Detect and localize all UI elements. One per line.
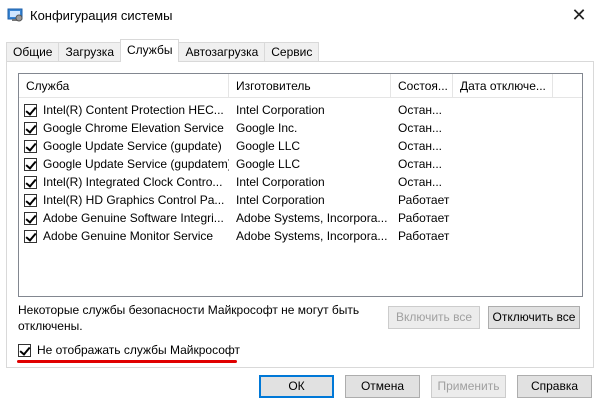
service-name: Intel(R) Content Protection HEC... xyxy=(43,103,224,117)
window-title: Конфигурация системы xyxy=(30,8,173,23)
service-name: Google Chrome Elevation Service xyxy=(43,121,224,135)
service-name: Intel(R) Integrated Clock Contro... xyxy=(43,175,223,189)
service-vendor: Intel Corporation xyxy=(236,175,325,189)
service-checkbox[interactable] xyxy=(24,193,37,207)
service-checkbox[interactable] xyxy=(24,139,37,153)
table-row[interactable]: Google Chrome Elevation Service Google I… xyxy=(19,119,582,137)
tab-tools[interactable]: Сервис xyxy=(264,42,320,62)
service-vendor: Google Inc. xyxy=(236,121,298,135)
service-checkbox[interactable] xyxy=(24,211,37,225)
tab-boot[interactable]: Загрузка xyxy=(58,42,121,62)
table-row[interactable]: Adobe Genuine Monitor Service Adobe Syst… xyxy=(19,227,582,245)
enable-all-button[interactable]: Включить все xyxy=(388,306,480,329)
service-status: Остан... xyxy=(398,175,442,189)
column-header-status[interactable]: Состоя... xyxy=(391,74,453,98)
service-checkbox[interactable] xyxy=(24,103,37,117)
column-header-disabled-date[interactable]: Дата отключе... xyxy=(453,74,553,98)
service-checkbox[interactable] xyxy=(24,121,37,135)
services-panel: Служба Изготовитель Состоя... Дата отклю… xyxy=(6,61,594,368)
service-vendor: Google LLC xyxy=(236,139,301,153)
service-name: Intel(R) HD Graphics Control Pa... xyxy=(43,193,225,207)
tab-startup[interactable]: Автозагрузка xyxy=(178,42,266,62)
services-list[interactable]: Служба Изготовитель Состоя... Дата отклю… xyxy=(18,73,583,297)
list-header: Служба Изготовитель Состоя... Дата отклю… xyxy=(19,74,582,98)
service-name: Google Update Service (gupdatem) xyxy=(43,157,229,171)
service-status: Остан... xyxy=(398,121,442,135)
service-rows: Intel(R) Content Protection HEC... Intel… xyxy=(19,101,582,245)
ok-button[interactable]: ОК xyxy=(259,375,334,398)
table-row[interactable]: Adobe Genuine Software Integri... Adobe … xyxy=(19,209,582,227)
tab-services[interactable]: Службы xyxy=(120,39,180,62)
tab-general[interactable]: Общие xyxy=(6,42,60,62)
hide-ms-services-checkbox[interactable] xyxy=(18,343,31,357)
service-status: Остан... xyxy=(398,139,442,153)
disable-all-button[interactable]: Отключить все xyxy=(488,306,580,329)
system-config-icon xyxy=(7,8,23,22)
close-icon: ✕ xyxy=(571,4,587,25)
service-vendor: Adobe Systems, Incorpora... xyxy=(236,229,388,243)
help-button[interactable]: Справка xyxy=(517,375,592,398)
column-header-vendor[interactable]: Изготовитель xyxy=(229,74,391,98)
service-checkbox[interactable] xyxy=(24,229,37,243)
service-status: Работает xyxy=(398,211,450,225)
service-vendor: Adobe Systems, Incorpora... xyxy=(236,211,388,225)
close-button[interactable]: ✕ xyxy=(558,0,600,30)
service-vendor: Google LLC xyxy=(236,157,301,171)
service-name: Adobe Genuine Monitor Service xyxy=(43,229,214,243)
table-row[interactable]: Google Update Service (gupdate) Google L… xyxy=(19,137,582,155)
apply-button[interactable]: Применить xyxy=(431,375,506,398)
table-row[interactable]: Intel(R) Integrated Clock Contro... Inte… xyxy=(19,173,582,191)
table-row[interactable]: Intel(R) Content Protection HEC... Intel… xyxy=(19,101,582,119)
service-status: Работает xyxy=(398,193,450,207)
service-status: Остан... xyxy=(398,103,442,117)
service-vendor: Intel Corporation xyxy=(236,103,325,117)
service-checkbox[interactable] xyxy=(24,157,37,171)
table-row[interactable]: Intel(R) HD Graphics Control Pa... Intel… xyxy=(19,191,582,209)
tab-bar: Общие Загрузка Службы Автозагрузка Серви… xyxy=(6,39,320,62)
highlight-underline xyxy=(17,360,237,363)
hide-ms-services-option[interactable]: Не отображать службы Майкрософт xyxy=(18,343,240,357)
cancel-button[interactable]: Отмена xyxy=(345,375,420,398)
service-status: Работает xyxy=(398,229,450,243)
table-row[interactable]: Google Update Service (gupdatem) Google … xyxy=(19,155,582,173)
column-header-service[interactable]: Служба xyxy=(19,74,229,98)
service-status: Остан... xyxy=(398,157,442,171)
title-bar: Конфигурация системы ✕ xyxy=(0,0,600,32)
service-checkbox[interactable] xyxy=(24,175,37,189)
security-note: Некоторые службы безопасности Майкрософт… xyxy=(18,303,360,333)
hide-ms-services-label: Не отображать службы Майкрософт xyxy=(37,343,241,357)
service-name: Adobe Genuine Software Integri... xyxy=(43,211,224,225)
service-vendor: Intel Corporation xyxy=(236,193,325,207)
service-name: Google Update Service (gupdate) xyxy=(43,139,222,153)
